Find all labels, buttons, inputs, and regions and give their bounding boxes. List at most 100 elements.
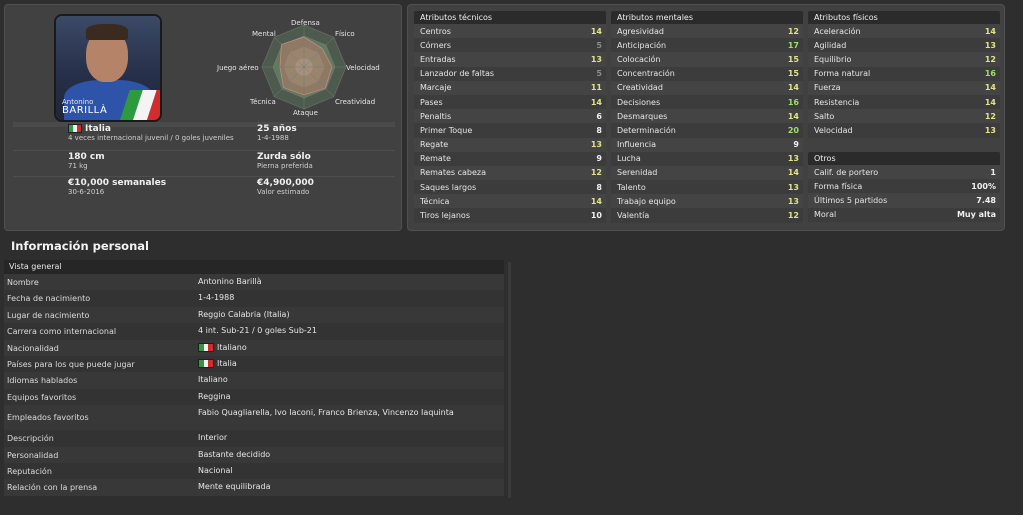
- player-last-name: BARILLÀ: [62, 105, 108, 116]
- personal-info-row: Lugar de nacimiento Reggio Calabria (Ital…: [4, 306, 504, 324]
- attribute-name: Agilidad: [814, 40, 847, 50]
- attribute-row: Pases 14: [414, 94, 606, 110]
- attribute-row: Influencia 9: [611, 137, 803, 152]
- attribute-row: Valentía 12: [611, 208, 803, 223]
- intl-record: 4 veces internacional juvenil / 0 goles …: [68, 134, 234, 143]
- personal-info-label: Fecha de nacimiento: [7, 294, 91, 304]
- personal-info-value-cell: Reggina: [195, 389, 504, 401]
- personal-info-label: Relación con la prensa: [7, 483, 98, 493]
- attribute-row: Entradas 13: [414, 52, 606, 67]
- personal-info-value-cell: Italia: [195, 356, 504, 368]
- personal-info-row: Personalidad Bastante decidido: [4, 446, 504, 463]
- radar-label-tecnica: Técnica: [250, 98, 276, 106]
- attribute-row: Concentración 15: [611, 66, 803, 81]
- mental-attributes-title: Atributos mentales: [611, 11, 803, 24]
- physical-attributes: Atributos físicos Aceleración 14 Agilidad 1…: [808, 11, 1000, 138]
- attribute-name: Colocación: [617, 54, 661, 64]
- attribute-value: 10: [590, 211, 602, 221]
- contract-end: 30-6-2016: [68, 188, 105, 197]
- attribute-row: Centros 14: [414, 24, 606, 39]
- attribute-value: 11: [590, 83, 602, 93]
- attribute-name: Entradas: [420, 54, 456, 64]
- mental-attributes: Atributos mentales Agresividad 12 Anticipa…: [611, 11, 803, 223]
- attribute-row: Penaltis 6: [414, 109, 606, 124]
- attribute-name: Decisiones: [617, 97, 661, 107]
- personal-info-row: Relación con la prensa Mente equilibrada: [4, 479, 504, 496]
- attribute-value: 14: [590, 196, 602, 206]
- attribute-value: 13: [590, 140, 602, 150]
- date-of-birth: 1-4-1988: [257, 134, 289, 143]
- attribute-name: Salto: [814, 111, 835, 121]
- attribute-row: Anticipación 17: [611, 38, 803, 53]
- personal-info-value: Antonino Barillà: [198, 277, 262, 286]
- personal-info-value: Fabio Quagliarella, Ivo Iaconi, Franco B…: [198, 408, 454, 418]
- personal-info-value-cell: Interior: [195, 430, 504, 442]
- attributes-panel: Atributos técnicos Centros 14 Córners 5 Entr…: [407, 4, 1005, 231]
- attribute-row: Agilidad 13: [808, 38, 1000, 53]
- nationality-info: Italia 4 veces internacional juvenil / 0…: [68, 124, 234, 142]
- personal-info-header: Vista general: [4, 260, 504, 274]
- attribute-value: 12: [787, 26, 799, 36]
- personal-info-row: Reputación Nacional: [4, 462, 504, 480]
- attribute-row: Determinación 20: [611, 123, 803, 138]
- attribute-name: Tiros lejanos: [420, 211, 470, 221]
- attribute-row: Marcaje 11: [414, 80, 606, 95]
- personal-info-scrollbar[interactable]: [508, 262, 511, 498]
- personal-info-label: Lugar de nacimiento: [7, 310, 90, 320]
- attribute-row: Calif. de portero 1: [808, 165, 1000, 180]
- personal-info-row: Idiomas hablados Italiano: [4, 372, 504, 389]
- attribute-row: Trabajo equipo 13: [611, 194, 803, 209]
- attribute-name: Remates cabeza: [420, 168, 486, 178]
- personal-info-row: Descripción Interior: [4, 430, 504, 447]
- personal-info-value-cell: Mente equilibrada: [195, 479, 504, 491]
- attribute-value: 14: [787, 83, 799, 93]
- personal-info-label: Nombre: [7, 278, 39, 287]
- personal-info-value: Mente equilibrada: [198, 482, 271, 492]
- attribute-name: Forma física: [814, 181, 863, 191]
- wage-info: €10,000 semanales 30-6-2016: [68, 178, 166, 196]
- attribute-row: Saques largos 8: [414, 180, 606, 195]
- weight: 71 kg: [68, 162, 88, 171]
- attribute-value: 7.48: [976, 195, 996, 205]
- personal-info-row: Carrera como internacional 4 int. Sub-21 …: [4, 323, 504, 340]
- attribute-value: 14: [787, 168, 799, 178]
- attribute-value: 12: [787, 211, 799, 221]
- attribute-row: Decisiones 16: [611, 94, 803, 110]
- personal-info-value-cell: Fabio Quagliarella, Ivo Iaconi, Franco B…: [195, 405, 504, 417]
- attribute-name: Trabajo equipo: [617, 196, 676, 206]
- attribute-value: 8: [596, 125, 602, 135]
- personal-info-value: Bastante decidido: [198, 449, 271, 459]
- attribute-name: Lucha: [617, 154, 641, 164]
- attribute-row: Técnica 14: [414, 194, 606, 209]
- attribute-row: Tiros lejanos 10: [414, 208, 606, 223]
- attribute-value: 17: [787, 40, 799, 50]
- preferred-foot-label: Pierna preferida: [257, 162, 313, 171]
- attribute-value: 14: [590, 26, 602, 36]
- age: 25 años: [257, 124, 297, 134]
- attribute-name: Forma natural: [814, 69, 871, 79]
- height: 180 cm: [68, 152, 105, 162]
- personal-info-value-cell: Nacional: [195, 463, 504, 475]
- attribute-value: Muy alta: [956, 210, 996, 220]
- personal-info-label: Nacionalidad: [7, 343, 59, 353]
- attribute-name: Marcaje: [420, 83, 452, 93]
- personal-info-value: Interior: [198, 433, 228, 443]
- attribute-value: 13: [984, 40, 996, 50]
- attribute-name: Concentración: [617, 69, 675, 79]
- personal-info-label: Idiomas hablados: [7, 376, 78, 386]
- technical-attributes-title: Atributos técnicos: [414, 11, 606, 24]
- attribute-name: Primer Toque: [420, 125, 473, 135]
- attribute-row: Remates cabeza 12: [414, 165, 606, 181]
- italy-flag-icon: [198, 342, 214, 352]
- attribute-name: Talento: [617, 182, 646, 192]
- attribute-row: Forma natural 16: [808, 66, 1000, 81]
- attribute-row: Primer Toque 8: [414, 123, 606, 138]
- foot-info: Zurda sólo Pierna preferida: [257, 152, 313, 170]
- attribute-row: Últimos 5 partidos 7.48: [808, 193, 1000, 208]
- personal-info-row: Nombre Antonino Barillà: [4, 274, 504, 291]
- radar-label-fisico: Físico: [335, 30, 355, 38]
- attribute-name: Lanzador de faltas: [420, 69, 495, 79]
- attribute-row: Aceleración 14: [808, 24, 1000, 39]
- italy-flag-icon: [68, 124, 82, 133]
- personal-info-value: Nacional: [198, 465, 233, 475]
